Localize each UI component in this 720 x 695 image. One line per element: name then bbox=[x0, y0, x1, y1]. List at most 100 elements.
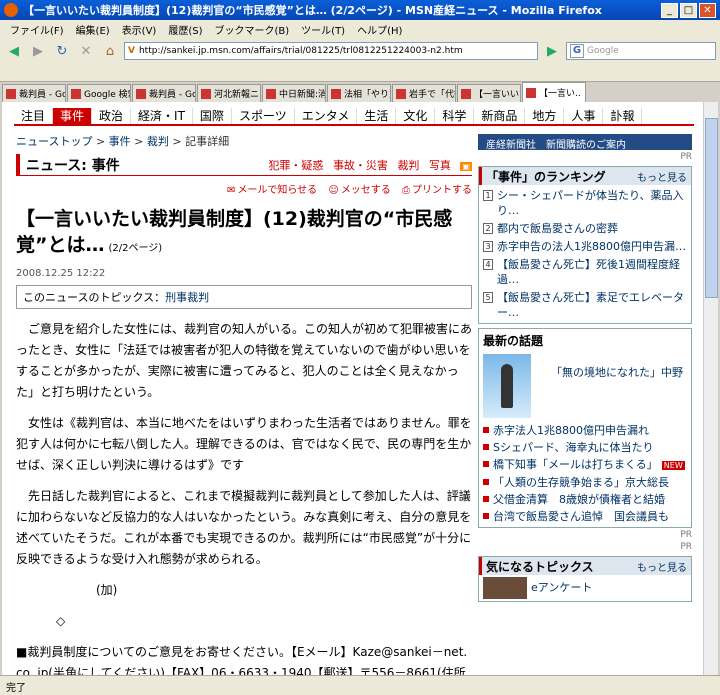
ranking-item[interactable]: 4 【飯島愛さん死亡】死後1週間程度経過… bbox=[483, 257, 687, 287]
topic-item[interactable]: eアンケート bbox=[479, 575, 691, 601]
section-link[interactable]: 事故・災害 bbox=[333, 159, 388, 172]
article-column: ニュース: 事件 犯罪・疑惑 事故・災害 裁判 写真 ▣ ✉ メールで知らせる ☺… bbox=[16, 154, 472, 675]
catnav-item[interactable]: 国際 bbox=[193, 108, 232, 124]
ranking-item[interactable]: 5 【飯島愛さん死亡】素足でエレベーター… bbox=[483, 290, 687, 320]
article-body: ご意見を紹介した女性には、裁判官の知人がいる。この知人が初めて犯罪被害にあったと… bbox=[16, 319, 472, 675]
menu-tools[interactable]: ツール(T) bbox=[295, 22, 351, 37]
latest-box: 最新の話題 「無の境地になれた」中野 赤字法人1兆8800億円申告漏れ Sシェパ… bbox=[478, 328, 692, 528]
catnav-item[interactable]: 科学 bbox=[435, 108, 475, 124]
ranking-list: 1 シー・シェパードが体当たり、薬品入り… 2 都内で飯島愛さんの密葬 3 赤字申告の… bbox=[479, 188, 691, 320]
maximize-button[interactable]: □ bbox=[680, 2, 697, 18]
catnav-item[interactable]: 文化 bbox=[396, 108, 436, 124]
site-icon: V bbox=[128, 46, 135, 56]
catnav-item[interactable]: 新商品 bbox=[474, 108, 526, 124]
latest-item[interactable]: 父借金清算 8歳娘が債権者と結婚 bbox=[483, 493, 687, 506]
latest-header: 最新の話題 bbox=[483, 334, 544, 348]
tab-favicon-icon bbox=[6, 88, 16, 99]
tab-7[interactable]: 岩手で「代行.. bbox=[392, 84, 456, 102]
catnav-item[interactable]: 政治 bbox=[92, 108, 132, 124]
catnav-item[interactable]: スポーツ bbox=[232, 108, 295, 124]
topic-box: このニュースのトピックス：刑事裁判 bbox=[16, 285, 472, 309]
breadcrumb-link[interactable]: ニューストップ bbox=[16, 135, 92, 148]
tab-6[interactable]: 法相「やり方.. bbox=[327, 84, 391, 102]
tab-9-active[interactable]: 【一言い.. bbox=[522, 82, 586, 102]
catnav-item[interactable]: 人事 bbox=[564, 108, 604, 124]
breadcrumb-link[interactable]: 裁判 bbox=[147, 135, 169, 148]
tab-1[interactable]: 裁判員 - Go.. bbox=[2, 84, 66, 102]
catnav-item[interactable]: 注目 bbox=[14, 108, 54, 124]
stop-icon[interactable]: ✕ bbox=[76, 41, 96, 61]
menu-history[interactable]: 履歴(S) bbox=[162, 22, 208, 37]
page-indicator: (2/2ページ) bbox=[108, 243, 163, 254]
section-link[interactable]: 犯罪・疑惑 bbox=[268, 159, 323, 172]
vertical-scrollbar[interactable] bbox=[703, 102, 718, 675]
tab-5[interactable]: 中日新聞:消.. bbox=[262, 84, 326, 102]
breadcrumb: ニューストップ > 事件 > 裁判 > 記事詳細 bbox=[16, 135, 230, 148]
diamond-separator: ◇ bbox=[56, 614, 66, 628]
topics-header: 気になるトピックス もっと見る bbox=[479, 557, 691, 575]
menu-file[interactable]: ファイル(F) bbox=[4, 22, 70, 37]
sankei-banner[interactable]: 産経新聞社 新聞購読のご案内 bbox=[478, 134, 692, 151]
url-bar[interactable]: V http://sankei.jp.msn.com/affairs/trial… bbox=[124, 42, 538, 60]
reload-icon[interactable]: ↻ bbox=[52, 41, 72, 61]
section-link[interactable]: 写真 bbox=[429, 159, 451, 172]
menu-view[interactable]: 表示(V) bbox=[116, 22, 163, 37]
ranking-item[interactable]: 2 都内で飯島愛さんの密葬 bbox=[483, 221, 687, 236]
messenger-icon: ☺ bbox=[328, 185, 339, 196]
rss-icon[interactable]: ▣ bbox=[460, 161, 472, 171]
scrollbar-thumb[interactable] bbox=[705, 118, 718, 298]
topics-more-link[interactable]: もっと見る bbox=[637, 559, 687, 574]
article-paragraph: 女性は《裁判官は、本当に地べたをはいずりまわった生活者ではありません。罪を犯す人… bbox=[16, 416, 472, 472]
catnav-item[interactable]: 生活 bbox=[357, 108, 397, 124]
tab-8[interactable]: 【一言いいた.. bbox=[457, 84, 521, 102]
tab-3[interactable]: 裁判員 - Go.. bbox=[132, 84, 196, 102]
catnav-item[interactable]: 経済・IT bbox=[131, 108, 193, 124]
latest-item[interactable]: 台湾で飯島愛さん追悼 国会議員も bbox=[483, 510, 687, 523]
latest-list: 赤字法人1兆8800億円申告漏れ Sシェパード、海幸丸に体当たり 橋下知事「メー… bbox=[479, 424, 691, 523]
go-icon[interactable]: ▶ bbox=[542, 41, 562, 61]
sidebar: 産経新聞社 新聞購読のご案内 PR 「事件」のランキング もっと見る 1 シー・シ… bbox=[478, 134, 692, 602]
latest-item[interactable]: Sシェパード、海幸丸に体当たり bbox=[483, 441, 687, 454]
search-input[interactable]: G Google bbox=[566, 42, 716, 60]
catnav-item[interactable]: エンタメ bbox=[295, 108, 358, 124]
ranking-header: 「事件」のランキング もっと見る bbox=[479, 167, 691, 185]
tab-favicon-icon bbox=[136, 88, 146, 99]
ranking-more-link[interactable]: もっと見る bbox=[637, 169, 687, 184]
mail-link[interactable]: メールで知らせる bbox=[237, 185, 317, 196]
article-date: 2008.12.25 12:22 bbox=[16, 268, 106, 279]
home-icon[interactable]: ⌂ bbox=[100, 41, 120, 61]
catnav-item-active[interactable]: 事件 bbox=[53, 108, 93, 124]
tab-2[interactable]: Google 検索.. bbox=[67, 84, 131, 102]
topic-thumbnail bbox=[483, 577, 527, 599]
section-header: ニュース: 事件 犯罪・疑惑 事故・災害 裁判 写真 ▣ bbox=[16, 154, 472, 176]
section-link[interactable]: 裁判 bbox=[397, 159, 419, 172]
forward-icon[interactable]: ▶ bbox=[28, 41, 48, 61]
article-paragraph: ご意見を紹介した女性には、裁判官の知人がいる。この知人が初めて犯罪被害にあったと… bbox=[16, 322, 473, 399]
print-link[interactable]: プリントする bbox=[412, 185, 472, 196]
latest-item[interactable]: 橋下知事「メールは打ちまくる」 NEW bbox=[483, 458, 687, 472]
ranking-item[interactable]: 1 シー・シェパードが体当たり、薬品入り… bbox=[483, 188, 687, 218]
pr-label: PR bbox=[680, 530, 692, 540]
breadcrumb-link[interactable]: 事件 bbox=[109, 135, 131, 148]
catnav-item[interactable]: 訃報 bbox=[603, 108, 643, 124]
google-icon: G bbox=[570, 44, 584, 58]
latest-item[interactable]: 赤字法人1兆8800億円申告漏れ bbox=[483, 424, 687, 437]
latest-photo-item[interactable]: 「無の境地になれた」中野 bbox=[479, 352, 691, 420]
minimize-button[interactable]: _ bbox=[661, 2, 678, 18]
menu-bookmarks[interactable]: ブックマーク(B) bbox=[209, 22, 296, 37]
topic-link[interactable]: 刑事裁判 bbox=[165, 291, 209, 304]
close-button[interactable]: ✕ bbox=[699, 2, 716, 18]
menu-help[interactable]: ヘルプ(H) bbox=[351, 22, 408, 37]
firefox-icon bbox=[4, 3, 18, 17]
back-icon[interactable]: ◀ bbox=[4, 41, 24, 61]
topics-box: 気になるトピックス もっと見る eアンケート bbox=[478, 556, 692, 602]
menu-edit[interactable]: 編集(E) bbox=[70, 22, 116, 37]
ranking-item[interactable]: 3 赤字申告の法人1兆8800億円申告漏… bbox=[483, 239, 687, 254]
tab-favicon-icon bbox=[526, 87, 536, 98]
messenger-link[interactable]: メッセする bbox=[341, 185, 391, 196]
latest-item[interactable]: 「人類の生存競争始まる」京大総長 bbox=[483, 476, 687, 489]
catnav-item[interactable]: 地方 bbox=[525, 108, 565, 124]
window-title: 【一言いいたい裁判員制度】(12)裁判官の“市民感覚”とは… (2/2ページ) … bbox=[23, 4, 602, 17]
tab-4[interactable]: 河北新報ニュ.. bbox=[197, 84, 261, 102]
article-author: (加) bbox=[96, 583, 118, 597]
